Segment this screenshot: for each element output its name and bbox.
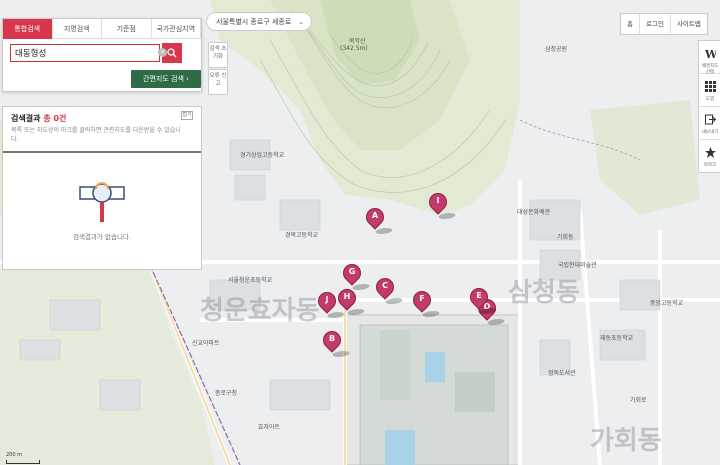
map-marker-h[interactable]: H <box>334 285 367 317</box>
map-marker-a[interactable]: A <box>362 204 395 236</box>
map-scale: 200 m <box>6 452 40 464</box>
map-label: 중앙고등학교 <box>650 300 684 307</box>
map-label: 재동초등학교 <box>600 335 634 342</box>
bookmark-label: 북마크 <box>703 163 717 168</box>
region-label-gahoe: 가회동 <box>590 426 662 456</box>
results-title-prefix: 검색결과 <box>11 114 41 123</box>
search-input[interactable] <box>10 44 160 62</box>
reset-search-button[interactable]: 검색 초기화 <box>208 42 228 68</box>
map-label: 삼청공원 <box>545 46 568 53</box>
search-panel: 통합검색 지명검색 기준점 국가관심지역 × 간편지도 검색 › <box>2 18 202 92</box>
sitemap-link[interactable]: 사이트맵 <box>671 14 707 34</box>
report-error-button[interactable]: 오류 신고 <box>208 69 228 95</box>
map-marker-c[interactable]: C <box>372 274 405 306</box>
map-label: 대성문화예관 <box>517 209 551 216</box>
map-label: 가회로 <box>630 397 647 404</box>
bookmark-button[interactable]: 북마크 <box>699 140 720 172</box>
map-label: 경복고등학교 <box>285 232 319 239</box>
svg-text:W: W <box>705 48 716 59</box>
map-marker-e[interactable]: E <box>466 284 499 316</box>
location-dropdown[interactable]: 서울특별시 종로구 세종로 ⌄ <box>206 12 312 31</box>
marker-label: E <box>476 291 482 300</box>
tab-placename-search[interactable]: 지명검색 <box>52 19 102 39</box>
marker-label: F <box>419 294 425 303</box>
background-map-button[interactable]: W 배경지도 선택 <box>699 41 720 75</box>
right-toolbar: W 배경지도 선택 도엽 내보내기 북마크 <box>698 40 720 173</box>
no-results-text: 검색결과가 없습니다. <box>73 233 131 241</box>
results-title: 검색결과 총 0건 <box>11 113 66 124</box>
region-label-cheongun: 청운효자동 <box>200 296 320 326</box>
search-tabs: 통합검색 지명검색 기준점 국가관심지역 <box>3 19 201 39</box>
map-marker-i[interactable]: I <box>425 189 458 221</box>
layers-icon: W <box>705 48 716 59</box>
map-label: (342.5m) <box>340 45 368 52</box>
results-count: 총 0건 <box>43 114 67 123</box>
map-label: 종로구청 <box>215 390 238 397</box>
marker-label: A <box>371 211 379 220</box>
region-label-samcheong: 삼청동 <box>508 278 580 308</box>
chevron-down-icon: ⌄ <box>298 18 304 26</box>
results-panel: 검색결과 총 0건 접기 목록 또는 지도상의 마크를 클릭하면 관련지도를 다… <box>2 106 202 270</box>
map-label: 효자아트 <box>258 424 281 431</box>
marker-label: H <box>343 292 351 301</box>
clear-search-button[interactable]: × <box>158 48 167 57</box>
simple-map-search-label: 간편지도 검색 <box>143 75 184 83</box>
map-label: 경기상업고등학교 <box>240 152 285 159</box>
login-link[interactable]: 로그인 <box>640 14 671 34</box>
marker-label: I <box>436 196 440 205</box>
map-label: 신교아파트 <box>192 340 220 347</box>
map-label: 정독도서관 <box>548 370 576 377</box>
tab-reference-point[interactable]: 기준점 <box>102 19 152 39</box>
results-divider <box>3 151 201 153</box>
results-description: 목록 또는 지도상의 마크를 클릭하면 관련지도를 다운받을 수 있습니다. <box>11 127 181 143</box>
simple-map-search-button[interactable]: 간편지도 검색 › <box>131 70 201 88</box>
tab-integrated-search[interactable]: 통합검색 <box>3 19 53 39</box>
marker-label: C <box>382 281 388 290</box>
export-icon <box>705 114 716 125</box>
star-icon <box>705 147 716 158</box>
marker-label: G <box>348 267 356 276</box>
tab-national-interest-area[interactable]: 국가관심지역 <box>151 19 201 39</box>
map-label: 북악산 <box>349 38 366 45</box>
scale-label: 200 m <box>6 452 23 458</box>
export-button[interactable]: 내보내기 <box>699 107 720 140</box>
results-collapse-button[interactable]: 접기 <box>181 111 193 120</box>
map-label: 서울청운초등학교 <box>228 277 273 284</box>
marker-label: B <box>328 334 336 343</box>
home-link[interactable]: 홈 <box>621 14 640 34</box>
sheet-label: 도엽 <box>705 97 715 102</box>
map-label: 가회동 <box>557 234 574 241</box>
sheet-button[interactable]: 도엽 <box>699 74 720 107</box>
search-icon <box>167 48 177 58</box>
map-marker-j[interactable]: J <box>314 288 347 320</box>
top-links: 홈 로그인 사이트맵 <box>620 13 708 35</box>
map-label: 국립현대미술관 <box>558 262 597 269</box>
grid-icon <box>705 81 716 92</box>
location-text: 서울특별시 종로구 세종로 <box>216 18 292 26</box>
no-results-icon <box>79 182 125 222</box>
map-marker-b[interactable]: B <box>319 327 352 359</box>
export-label: 내보내기 <box>701 130 719 135</box>
map-marker-f[interactable]: F <box>409 287 442 319</box>
marker-label: J <box>325 295 329 304</box>
